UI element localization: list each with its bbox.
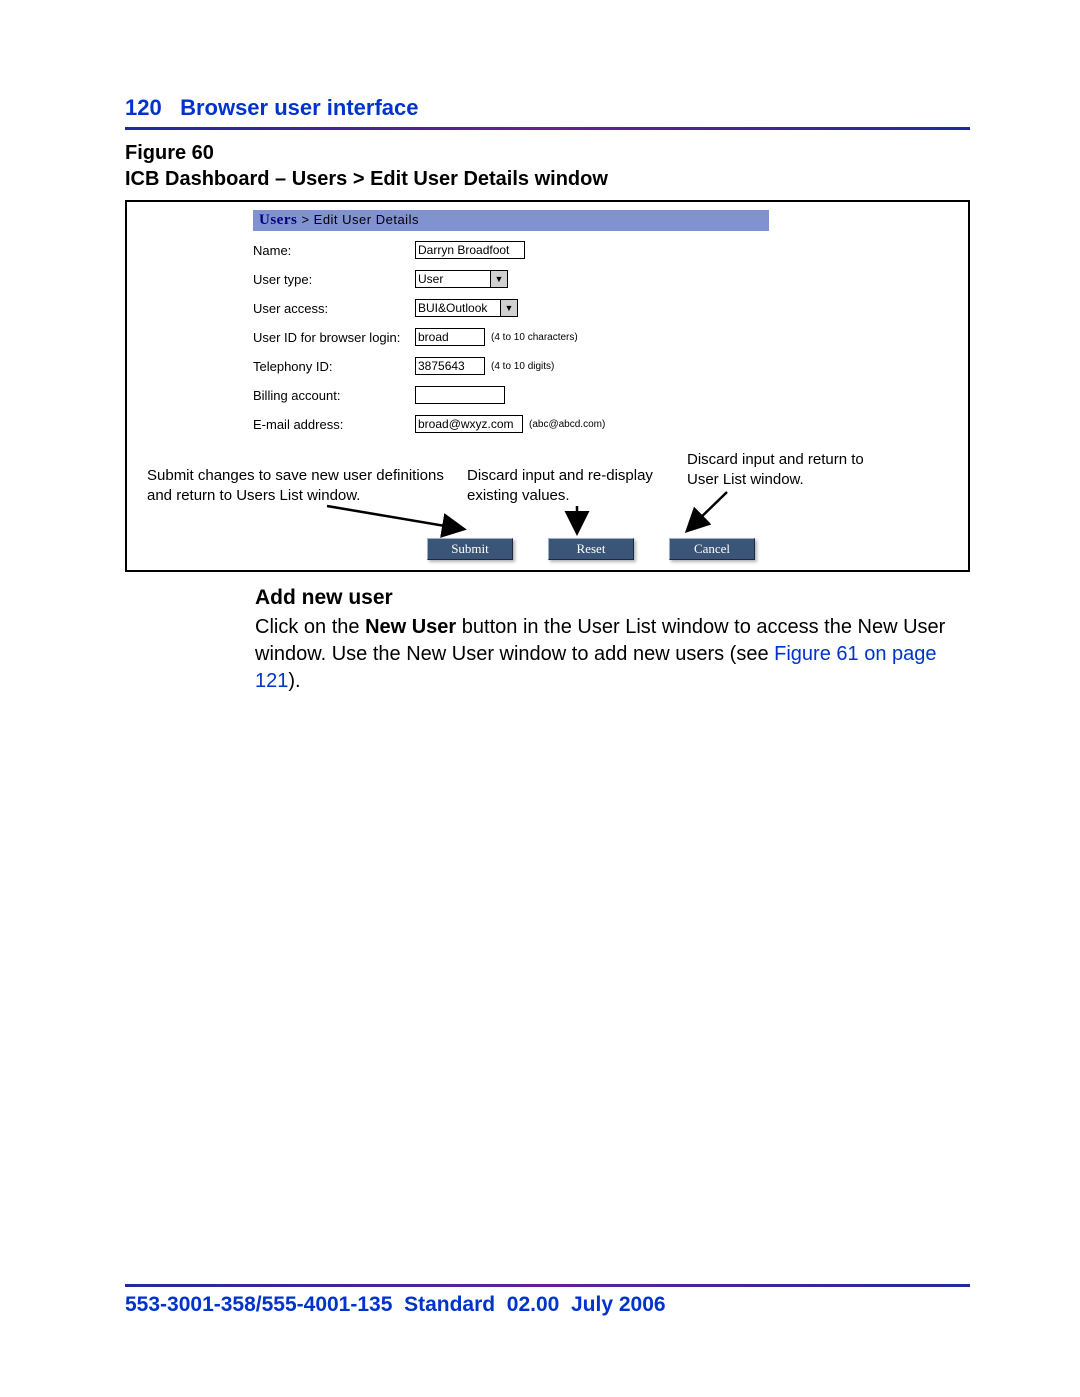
footer-version: 02.00 — [507, 1293, 560, 1316]
user-id-hint: (4 to 10 characters) — [491, 332, 578, 343]
chevron-down-icon[interactable]: ▼ — [490, 271, 507, 287]
running-header: 120 Browser user interface — [125, 95, 970, 121]
telephony-input[interactable] — [415, 357, 485, 375]
section-title: Browser user interface — [180, 95, 418, 120]
reset-button[interactable]: Reset — [548, 538, 634, 560]
footer-date: July 2006 — [571, 1293, 666, 1316]
user-access-select[interactable]: BUI&Outlook ▼ — [415, 299, 518, 317]
chevron-down-icon[interactable]: ▼ — [500, 300, 517, 316]
user-id-input[interactable] — [415, 328, 485, 346]
callout-submit: Submit changes to save new user definiti… — [147, 466, 447, 505]
figure-title: ICB Dashboard – Users > Edit User Detail… — [125, 168, 608, 190]
figure-caption: Figure 60 ICB Dashboard – Users > Edit U… — [125, 140, 970, 192]
body-paragraph: Click on the New User button in the User… — [255, 614, 960, 695]
footer-standard: Standard — [404, 1293, 495, 1316]
telephony-label: Telephony ID: — [253, 359, 415, 374]
user-access-value: BUI&Outlook — [416, 301, 500, 315]
billing-label: Billing account: — [253, 388, 415, 403]
panel-breadcrumb: Users > Edit User Details — [253, 210, 769, 231]
body-text-bold: New User — [365, 616, 456, 638]
user-type-value: User — [416, 272, 490, 286]
email-hint: (abc@abcd.com) — [529, 419, 605, 430]
user-type-select[interactable]: User ▼ — [415, 270, 508, 288]
name-input[interactable] — [415, 241, 525, 259]
footer-text: 553-3001-358/555-4001-135 Standard 02.00… — [125, 1293, 970, 1317]
telephony-hint: (4 to 10 digits) — [491, 361, 554, 372]
subheading-add-new-user: Add new user — [255, 584, 960, 612]
footer-rule — [125, 1284, 970, 1287]
callout-cancel: Discard input and return to User List wi… — [687, 450, 887, 489]
name-label: Name: — [253, 243, 415, 258]
figure-label: Figure 60 — [125, 142, 214, 164]
email-label: E-mail address: — [253, 417, 415, 432]
doc-id: 553-3001-358/555-4001-135 — [125, 1293, 392, 1316]
header-rule — [125, 127, 970, 130]
body-text-pre: Click on the — [255, 616, 365, 638]
user-id-label: User ID for browser login: — [253, 330, 415, 345]
breadcrumb-strong: Users — [259, 212, 297, 228]
submit-button[interactable]: Submit — [427, 538, 513, 560]
breadcrumb-rest: > Edit User Details — [297, 212, 419, 227]
body-text-post: ). — [288, 670, 300, 692]
form-area: Name: User type: User ▼ User access: BUI… — [253, 240, 857, 434]
billing-input[interactable] — [415, 386, 505, 404]
figure-box: Users > Edit User Details Name: User typ… — [125, 200, 970, 572]
user-type-label: User type: — [253, 272, 415, 287]
callout-reset: Discard input and re-display existing va… — [467, 466, 667, 505]
email-input[interactable] — [415, 415, 523, 433]
user-access-label: User access: — [253, 301, 415, 316]
page-number: 120 — [125, 95, 162, 120]
cancel-button[interactable]: Cancel — [669, 538, 755, 560]
